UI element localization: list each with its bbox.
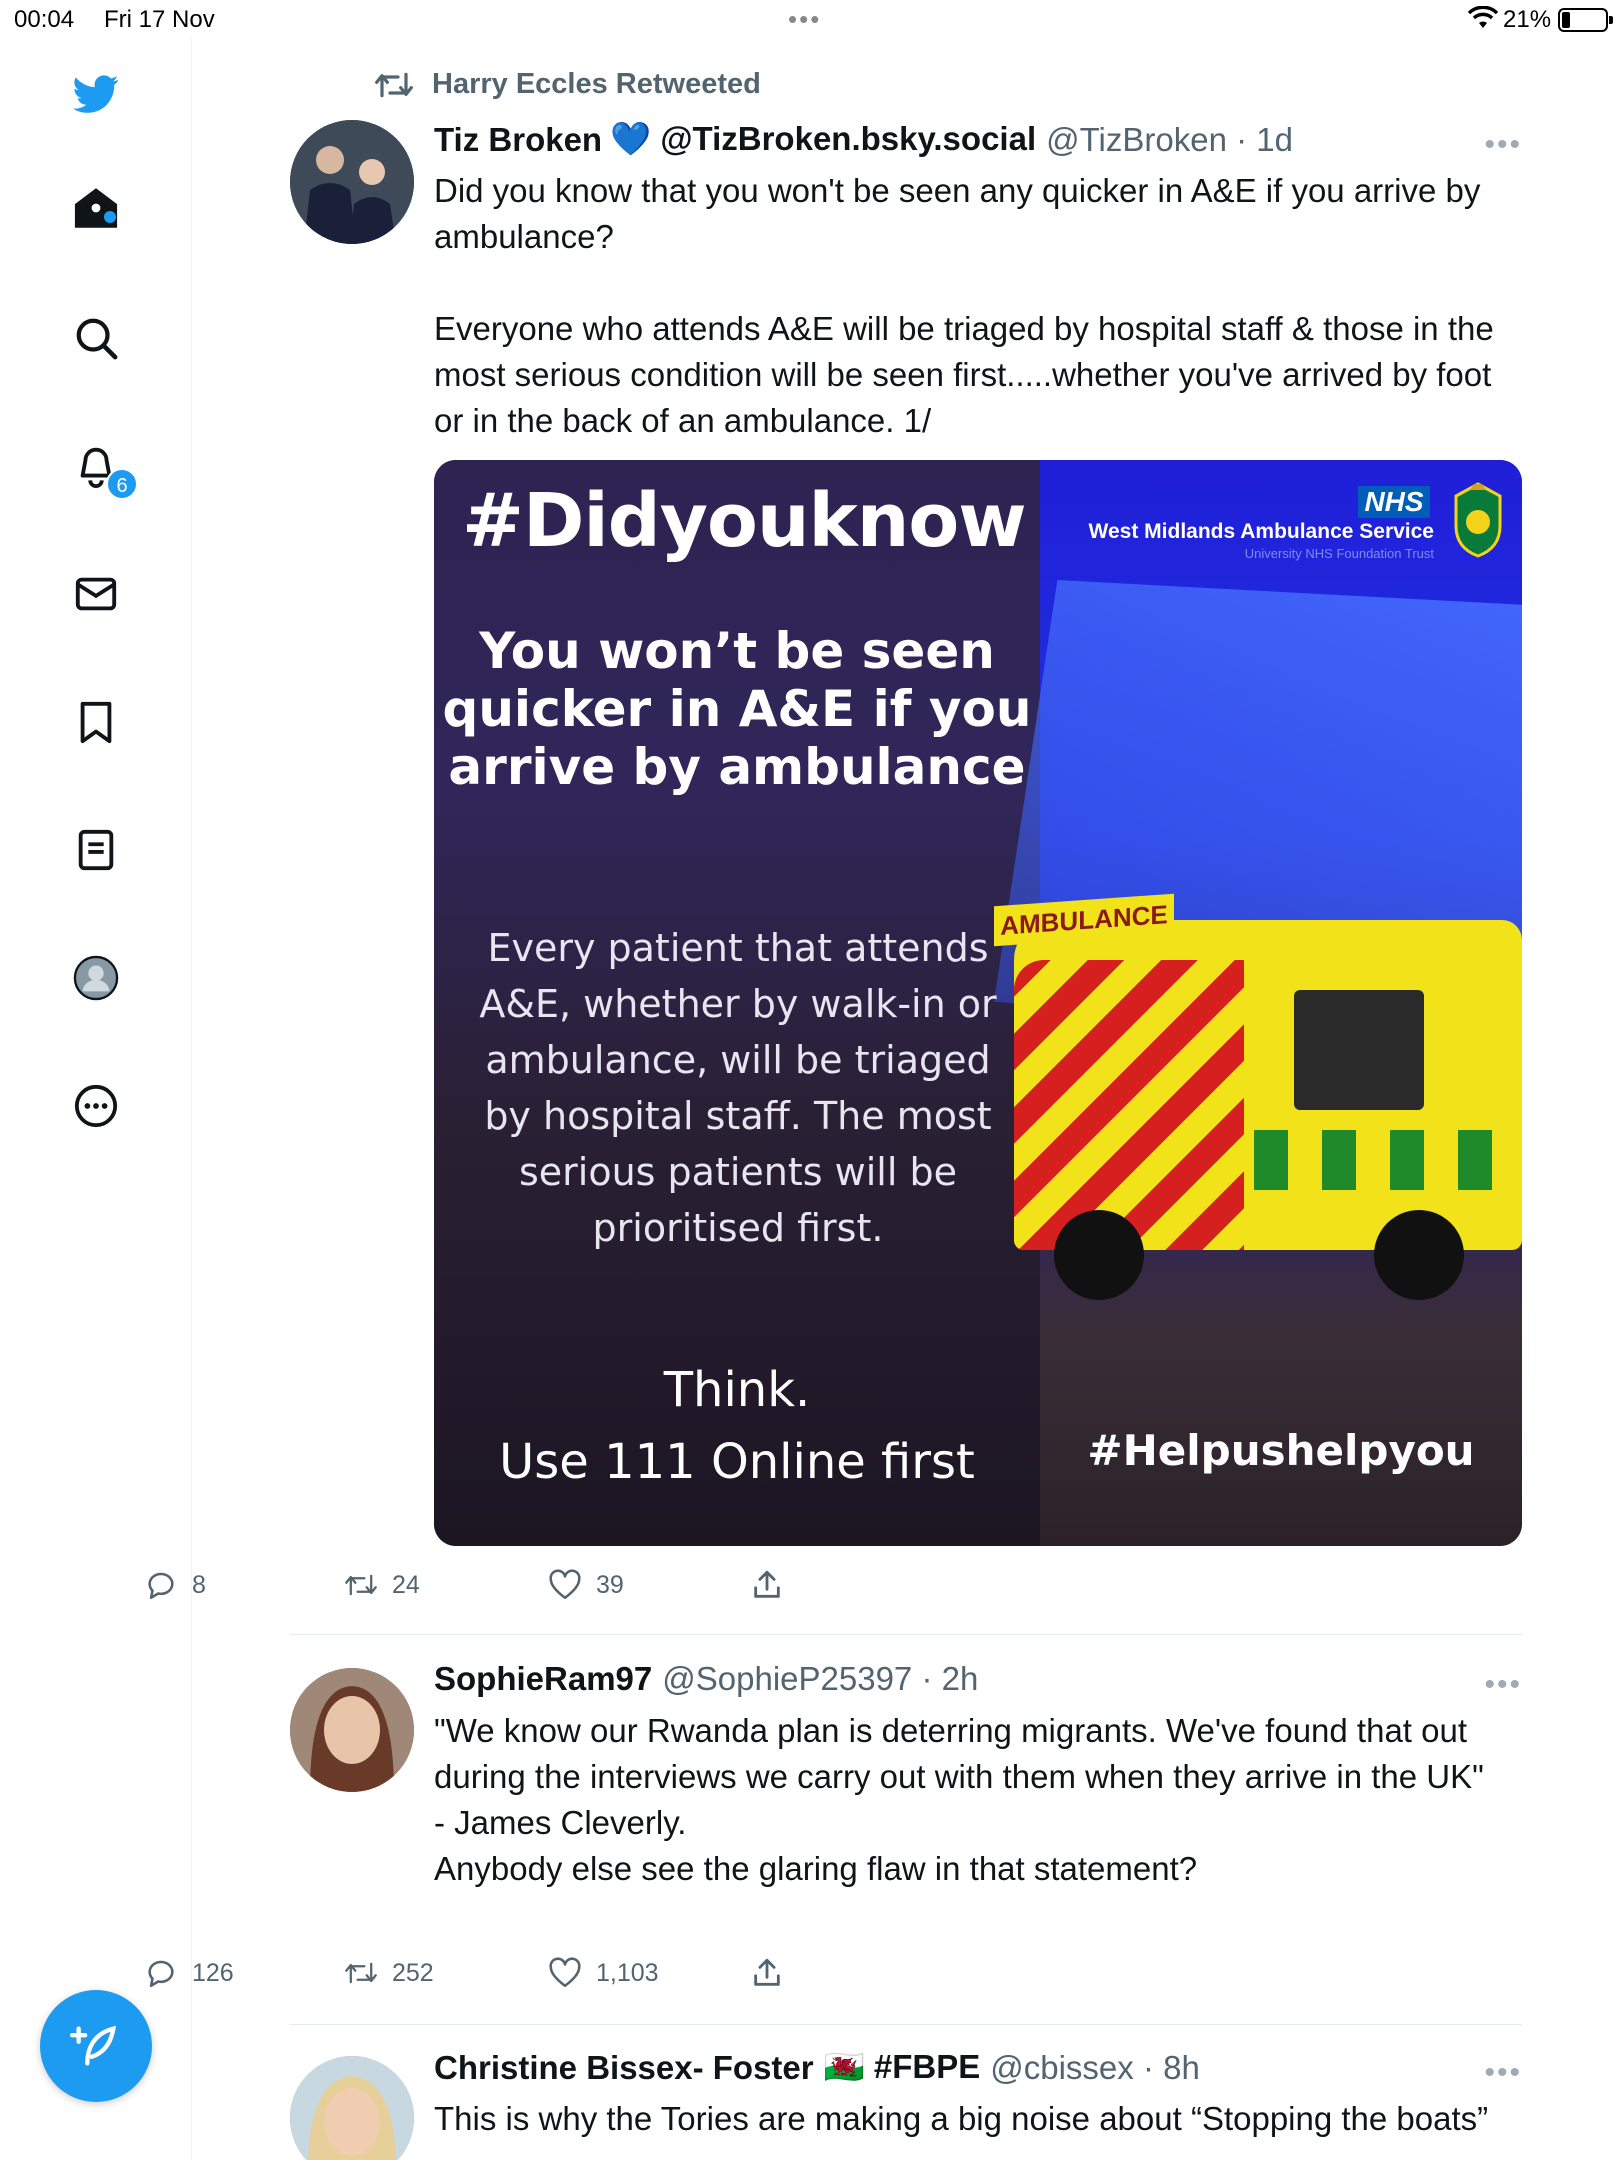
reply-button[interactable]: 126	[144, 1956, 234, 1990]
display-name[interactable]: SophieRam97	[434, 1660, 652, 1698]
search-icon[interactable]	[66, 308, 126, 368]
media-paragraph: Every patient that attends A&E, whether …	[479, 926, 997, 1250]
retweet-icon	[375, 72, 413, 97]
messages-envelope-icon[interactable]	[66, 564, 126, 624]
retweet-count: 252	[392, 1958, 434, 1987]
like-button[interactable]: 39	[548, 1568, 624, 1602]
profile-avatar-icon[interactable]	[66, 948, 126, 1008]
sidebar: 6	[0, 38, 192, 2160]
reply-button[interactable]: 8	[144, 1568, 206, 1602]
home-icon[interactable]	[66, 178, 126, 238]
battery-icon	[1558, 8, 1613, 32]
wifi-icon	[1468, 6, 1498, 28]
reply-count: 126	[192, 1958, 234, 1987]
status-time: 00:04	[14, 6, 75, 33]
status-date: Fri 17 Nov	[104, 6, 215, 33]
home-unread-dot	[104, 211, 116, 223]
username-timestamp: @SophieP25397 · 2h	[662, 1660, 979, 1697]
tweet-header: Tiz Broken 💙 @TizBroken.bsky.social @Tiz…	[434, 120, 1293, 159]
media-headline: You won’t be seen quicker in A&E if you …	[442, 622, 1032, 796]
media-think: Think. Use 111 Online first	[434, 1354, 1040, 1498]
compose-feather-icon	[70, 2025, 117, 2066]
tweet-header: SophieRam97 @SophieP25397 · 2h	[434, 1660, 978, 1698]
twitter-logo-icon[interactable]	[66, 64, 126, 124]
display-name-suffix: 💙 @TizBroken.bsky.social	[610, 120, 1037, 157]
display-name[interactable]: Christine Bissex- Foster	[434, 2049, 814, 2087]
retweet-icon	[345, 1962, 377, 1984]
share-button[interactable]	[750, 1956, 784, 1990]
nhs-logo: NHS	[1358, 486, 1430, 518]
username-timestamp: @TizBroken · 1d	[1046, 120, 1293, 158]
media-trust-name: University NHS Foundation Trust	[1244, 546, 1434, 561]
like-button[interactable]: 1,103	[548, 1956, 659, 1990]
multitasking-dots-icon[interactable]: •••	[788, 4, 821, 35]
compose-tweet-button[interactable]	[40, 1990, 152, 2102]
like-count: 39	[596, 1570, 624, 1599]
username-timestamp: @cbissex · 8h	[990, 2048, 1200, 2086]
more-circle-icon[interactable]	[66, 1076, 126, 1136]
tweet-divider	[290, 1634, 1522, 1635]
retweet-icon	[345, 1574, 377, 1596]
tweet-media-image[interactable]: AMBULANCE #Didyouknow You won’t be seen …	[434, 460, 1522, 1546]
tweet-more-icon[interactable]: •••	[1484, 1668, 1522, 1702]
ambulance-photo: AMBULANCE	[974, 880, 1522, 1320]
avatar[interactable]	[290, 1668, 414, 1792]
retweet-count: 24	[392, 1570, 420, 1599]
reply-count: 8	[192, 1570, 206, 1599]
media-hashtag: #Didyouknow	[462, 478, 1027, 564]
retweet-indicator: Harry Eccles Retweeted	[374, 68, 761, 101]
like-count: 1,103	[596, 1958, 659, 1987]
tweet-text: Did you know that you won't be seen any …	[434, 172, 1494, 439]
heart-icon	[549, 1957, 581, 1988]
display-name[interactable]: Tiz Broken	[434, 121, 602, 159]
avatar[interactable]	[290, 2056, 414, 2160]
heart-icon	[549, 1569, 581, 1600]
notification-count-badge: 6	[106, 468, 138, 500]
tweet-text: This is why the Tories are making a big …	[434, 2100, 1489, 2137]
avatar[interactable]	[290, 120, 414, 244]
share-button[interactable]	[750, 1568, 784, 1602]
battery-percent: 21%	[1503, 6, 1552, 33]
tweet-card[interactable]: Christine Bissex- Foster 🏴󠁧󠁢󠁷󠁬󠁳󠁿 #FBPE @…	[290, 2048, 1522, 2160]
media-service-name: West Midlands Ambulance Service	[1088, 520, 1434, 543]
reply-icon	[148, 1572, 174, 1600]
bookmark-icon[interactable]	[66, 692, 126, 752]
retweet-button[interactable]: 24	[344, 1568, 420, 1602]
status-bar: 00:04 Fri 17 Nov ••• 21%	[0, 0, 1620, 38]
tweet-text: "We know our Rwanda plan is deterring mi…	[434, 1712, 1484, 1887]
lists-icon[interactable]	[66, 820, 126, 880]
tweet-divider	[290, 2024, 1522, 2025]
media-think-line: Think.	[663, 1362, 811, 1418]
tweet-card[interactable]: SophieRam97 @SophieP25397 · 2h ••• "We k…	[290, 1660, 1522, 2000]
display-name-suffix: 🏴󠁧󠁢󠁷󠁬󠁳󠁿 #FBPE	[823, 2048, 981, 2085]
media-use111-line: Use 111 Online first	[499, 1434, 975, 1490]
media-helpus-hashtag: #Helpushelpyou	[1087, 1426, 1475, 1475]
tweet-more-icon[interactable]: •••	[1484, 128, 1522, 162]
share-icon	[754, 1958, 780, 1986]
retweeted-by-label: Harry Eccles Retweeted	[432, 68, 761, 100]
share-icon	[754, 1570, 780, 1598]
tweet-header: Christine Bissex- Foster 🏴󠁧󠁢󠁷󠁬󠁳󠁿 #FBPE @…	[434, 2048, 1200, 2087]
ambulance-crest-icon	[1454, 482, 1502, 558]
reply-icon	[148, 1960, 174, 1988]
retweet-button[interactable]: 252	[344, 1956, 434, 1990]
tweet-more-icon[interactable]: •••	[1484, 2056, 1522, 2090]
